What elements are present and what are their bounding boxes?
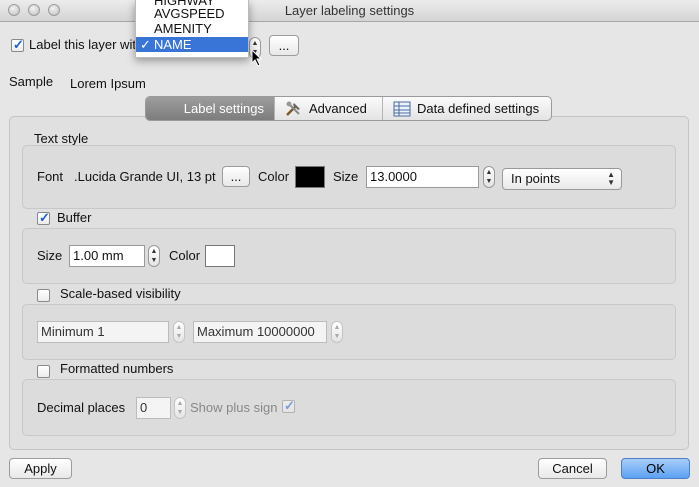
formatted-numbers-title: Formatted numbers: [60, 361, 174, 376]
formatted-numbers-checkbox[interactable]: [37, 365, 50, 378]
window-title: Layer labeling settings: [284, 3, 415, 18]
ok-button[interactable]: OK: [621, 458, 690, 479]
cancel-button[interactable]: Cancel: [538, 458, 607, 479]
dropdown-option-selected[interactable]: ✓ NAME: [136, 37, 248, 52]
font-value: .Lucida Grande UI, 13 pt: [74, 169, 216, 184]
buffer-title: Buffer: [57, 210, 92, 225]
text-size-input[interactable]: 13.0000: [366, 166, 479, 188]
mouse-cursor-icon: [251, 49, 263, 67]
decimal-places-stepper[interactable]: ▲ ▼: [174, 397, 186, 419]
sample-label: Sample: [9, 74, 54, 89]
dropdown-option-label: NAME: [154, 37, 192, 52]
buffer-color-swatch[interactable]: [205, 245, 235, 267]
title-bar: Layer labeling settings: [0, 0, 699, 22]
dropdown-option[interactable]: AVGSPEED: [136, 6, 248, 21]
label-layer-label: Label this layer with: [29, 37, 144, 52]
tab-label: Label settings: [183, 101, 264, 116]
text-color-label: Color: [258, 169, 290, 184]
text-size-stepper[interactable]: ▲ ▼: [483, 166, 495, 188]
buffer-size-stepper[interactable]: ▲ ▼: [148, 245, 160, 267]
tab-data-defined[interactable]: Data defined settings: [383, 97, 551, 120]
sample-preview: Lorem Ipsum: [70, 76, 146, 91]
decimal-places-input[interactable]: 0: [136, 397, 171, 419]
dropdown-option[interactable]: AMENITY: [136, 21, 248, 36]
text-style-title: Text style: [34, 131, 89, 146]
maximum-scale-stepper[interactable]: ▲ ▼: [331, 321, 343, 343]
show-plus-sign-label: Show plus sign: [190, 400, 278, 415]
select-arrows-icon: ▲ ▼: [607, 170, 615, 187]
text-size-label: Size: [333, 169, 359, 184]
buffer-checkbox[interactable]: [37, 210, 50, 226]
label-layer-checkbox[interactable]: [11, 37, 24, 53]
minimum-scale-stepper[interactable]: ▲ ▼: [173, 321, 185, 343]
decimal-places-label: Decimal places: [37, 400, 126, 415]
tab-label: Advanced: [309, 101, 367, 116]
text-color-swatch[interactable]: [295, 166, 325, 188]
apply-button[interactable]: Apply: [9, 458, 72, 479]
expression-button[interactable]: ...: [269, 35, 299, 56]
scale-visibility-checkbox[interactable]: [37, 289, 50, 302]
tab-label: Data defined settings: [417, 101, 540, 116]
tab-bar: Label settings Advanced Data defined set…: [145, 96, 552, 121]
font-label: Font: [37, 169, 64, 184]
size-unit-select[interactable]: In points ▲ ▼: [502, 168, 622, 190]
field-dropdown-list: HIGHWAY AVGSPEED AMENITY ✓ NAME: [135, 0, 249, 58]
minimum-scale-input[interactable]: Minimum 1: [37, 321, 169, 343]
buffer-size-input[interactable]: 1.00 mm: [69, 245, 145, 267]
scale-visibility-title: Scale-based visibility: [60, 286, 181, 301]
maximum-scale-input[interactable]: Maximum 10000000: [193, 321, 327, 343]
tab-label-settings[interactable]: Label settings: [146, 97, 275, 120]
size-unit-value: In points: [511, 171, 561, 186]
show-plus-sign-checkbox[interactable]: [282, 398, 295, 414]
table-icon: [393, 101, 411, 116]
buffer-color-label: Color: [169, 248, 201, 263]
tools-icon: [286, 101, 300, 116]
font-chooser-button[interactable]: ...: [222, 166, 250, 187]
checkmark-icon: ✓: [140, 37, 151, 52]
tab-advanced[interactable]: Advanced: [275, 97, 383, 120]
buffer-size-label: Size: [37, 248, 63, 263]
